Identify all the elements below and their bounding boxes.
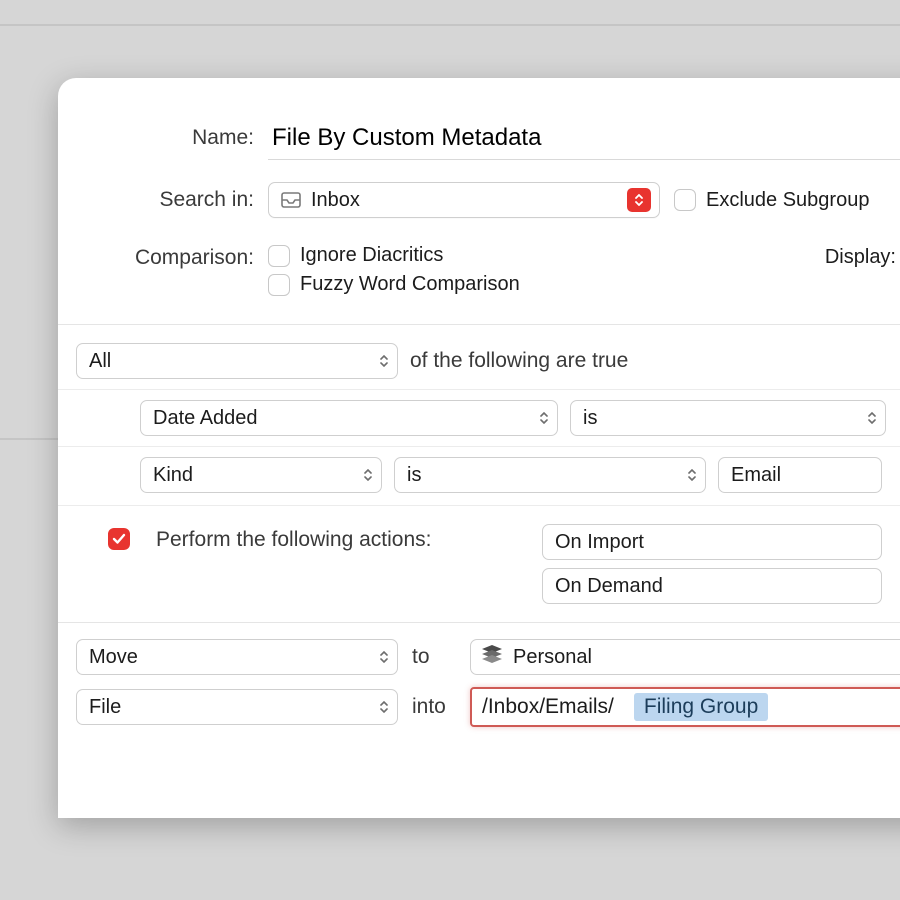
- rule2-value-select[interactable]: Email: [718, 457, 882, 493]
- chevron-updown-icon: [867, 412, 877, 424]
- rule-editor-sheet: Name: Search in: Inbox Exclude Subgroup: [58, 78, 900, 818]
- filing-group-token[interactable]: Filing Group: [634, 693, 768, 721]
- rule2-op-value: is: [407, 464, 421, 487]
- fuzzy-label: Fuzzy Word Comparison: [300, 273, 520, 296]
- trigger1-value: On Import: [555, 531, 644, 554]
- inbox-icon: [279, 192, 303, 208]
- search-in-value: Inbox: [311, 189, 360, 212]
- chevron-updown-icon: [379, 355, 389, 367]
- comparison-label: Comparison:: [58, 244, 268, 270]
- rule2-value: Email: [731, 464, 781, 487]
- combiner-select[interactable]: All: [76, 343, 398, 379]
- ignore-diacritics-label: Ignore Diacritics: [300, 244, 443, 267]
- rule2-op-select[interactable]: is: [394, 457, 706, 493]
- rule1-field-value: Date Added: [153, 407, 258, 430]
- database-stack-icon: [481, 644, 503, 670]
- ignore-diacritics-row[interactable]: Ignore Diacritics: [268, 244, 520, 267]
- chevron-updown-icon: [627, 188, 651, 212]
- display-label: Display:: [825, 246, 896, 269]
- chevron-updown-icon: [379, 651, 389, 663]
- fuzzy-checkbox[interactable]: [268, 274, 290, 296]
- rule2-field-select[interactable]: Kind: [140, 457, 382, 493]
- chevron-updown-icon: [539, 412, 549, 424]
- action2-value: File: [89, 696, 121, 719]
- move-destination-select[interactable]: Personal: [470, 639, 900, 675]
- chevron-updown-icon: [363, 469, 373, 481]
- rule1-op-value: is: [583, 407, 597, 430]
- perform-actions-checkbox[interactable]: [108, 528, 130, 550]
- exclude-subgroups-checkbox-row[interactable]: Exclude Subgroup: [674, 189, 869, 212]
- chevron-updown-icon: [687, 469, 697, 481]
- fuzzy-row[interactable]: Fuzzy Word Comparison: [268, 273, 520, 296]
- trigger-on-import[interactable]: On Import: [542, 524, 882, 560]
- combiner-suffix: of the following are true: [410, 349, 628, 373]
- trigger2-value: On Demand: [555, 575, 663, 598]
- action1-value: Move: [89, 646, 138, 669]
- action1-type-select[interactable]: Move: [76, 639, 398, 675]
- rule-name-input[interactable]: [268, 116, 900, 160]
- ignore-diacritics-checkbox[interactable]: [268, 245, 290, 267]
- trigger-on-demand[interactable]: On Demand: [542, 568, 882, 604]
- action2-type-select[interactable]: File: [76, 689, 398, 725]
- rule1-op-select[interactable]: is: [570, 400, 886, 436]
- file-path-input[interactable]: /Inbox/Emails/ Filing Group: [470, 687, 900, 727]
- searchin-label: Search in:: [58, 188, 268, 212]
- move-destination-value: Personal: [513, 646, 592, 669]
- perform-actions-label: Perform the following actions:: [156, 524, 524, 552]
- chevron-updown-icon: [379, 701, 389, 713]
- to-label: to: [412, 645, 456, 669]
- search-in-select[interactable]: Inbox: [268, 182, 660, 218]
- rule2-field-value: Kind: [153, 464, 193, 487]
- name-label: Name:: [58, 126, 268, 150]
- exclude-subgroups-checkbox[interactable]: [674, 189, 696, 211]
- exclude-subgroups-label: Exclude Subgroup: [706, 189, 869, 212]
- rule1-field-select[interactable]: Date Added: [140, 400, 558, 436]
- into-label: into: [412, 695, 456, 719]
- file-path-text: /Inbox/Emails/: [482, 695, 614, 719]
- combiner-value: All: [89, 350, 111, 373]
